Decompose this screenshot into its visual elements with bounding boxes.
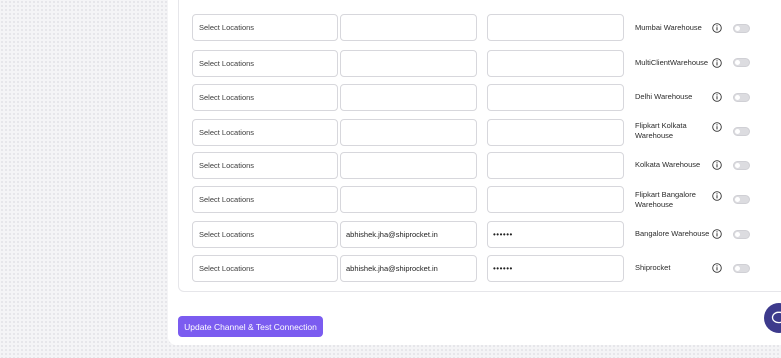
warehouse-row-mumbai: Select Locations Mumbai Warehouse [0,12,781,42]
info-icon[interactable] [712,229,722,239]
update-channel-button[interactable]: Update Channel & Test Connection [178,316,323,337]
password-field[interactable] [487,50,624,77]
location-select[interactable]: Select Locations [192,221,338,248]
toggle-knob [735,266,740,271]
warehouse-row-bangalore: Select Locations abhishek.jha@shiprocket… [0,221,781,251]
warehouse-row-delhi: Select Locations Delhi Warehouse [0,83,781,113]
password-field[interactable] [487,119,624,146]
toggle-knob [735,60,740,65]
password-field[interactable] [487,186,624,213]
warehouse-toggle[interactable] [733,230,750,239]
toggle-knob [735,95,740,100]
info-icon[interactable] [712,122,722,132]
warehouse-row-kolkata: Select Locations Kolkata Warehouse [0,152,781,182]
info-icon[interactable] [712,263,722,273]
email-field[interactable] [340,50,477,77]
warehouse-name: MultiClientWarehouse [635,58,709,67]
info-icon[interactable] [712,58,722,68]
password-field[interactable]: •••••• [487,255,624,282]
toggle-knob [735,197,740,202]
password-field[interactable] [487,152,624,179]
warehouse-name: Kolkata Warehouse [635,160,701,169]
email-field[interactable] [340,152,477,179]
warehouse-row-flipkart-kolkata: Select Locations Flipkart Kolkata Wareho… [0,118,781,148]
email-field[interactable]: abhishek.jha@shiprocket.in [340,221,477,248]
chat-bubble-icon [771,311,781,324]
location-select[interactable]: Select Locations [192,186,338,213]
location-select[interactable]: Select Locations [192,152,338,179]
toggle-knob [735,129,740,134]
warehouse-row-shiprocket: Select Locations abhishek.jha@shiprocket… [0,255,781,285]
warehouse-row-multiclient: Select Locations MultiClientWarehouse [0,48,781,78]
toggle-knob [735,232,740,237]
warehouse-name: Flipkart Kolkata Warehouse [635,121,687,140]
email-field[interactable] [340,186,477,213]
warehouse-toggle[interactable] [733,24,750,33]
warehouse-toggle[interactable] [733,161,750,170]
warehouse-name: Delhi Warehouse [635,92,693,101]
warehouse-row-flipkart-bangalore: Select Locations Flipkart Bangalore Ware… [0,186,781,216]
location-select[interactable]: Select Locations [192,119,338,146]
email-field[interactable] [340,119,477,146]
warehouse-toggle[interactable] [733,127,750,136]
warehouse-toggle[interactable] [733,195,750,204]
warehouse-toggle[interactable] [733,264,750,273]
warehouse-name: Flipkart Bangalore Warehouse [635,190,696,209]
email-field[interactable] [340,14,477,41]
info-icon[interactable] [712,160,722,170]
location-select[interactable]: Select Locations [192,14,338,41]
warehouse-name: Shiprocket [635,263,671,272]
password-field[interactable]: •••••• [487,221,624,248]
location-select[interactable]: Select Locations [192,255,338,282]
toggle-knob [735,163,740,168]
password-field[interactable] [487,84,624,111]
info-icon[interactable] [712,92,722,102]
location-select[interactable]: Select Locations [192,84,338,111]
password-field[interactable] [487,14,624,41]
info-icon[interactable] [712,23,722,33]
location-select[interactable]: Select Locations [192,50,338,77]
email-field[interactable] [340,84,477,111]
warehouse-toggle[interactable] [733,93,750,102]
warehouse-name: Bangalore Warehouse [635,229,710,238]
toggle-knob [735,26,740,31]
info-icon[interactable] [712,191,722,201]
email-field[interactable]: abhishek.jha@shiprocket.in [340,255,477,282]
warehouse-toggle[interactable] [733,58,750,67]
warehouse-name: Mumbai Warehouse [635,23,702,32]
